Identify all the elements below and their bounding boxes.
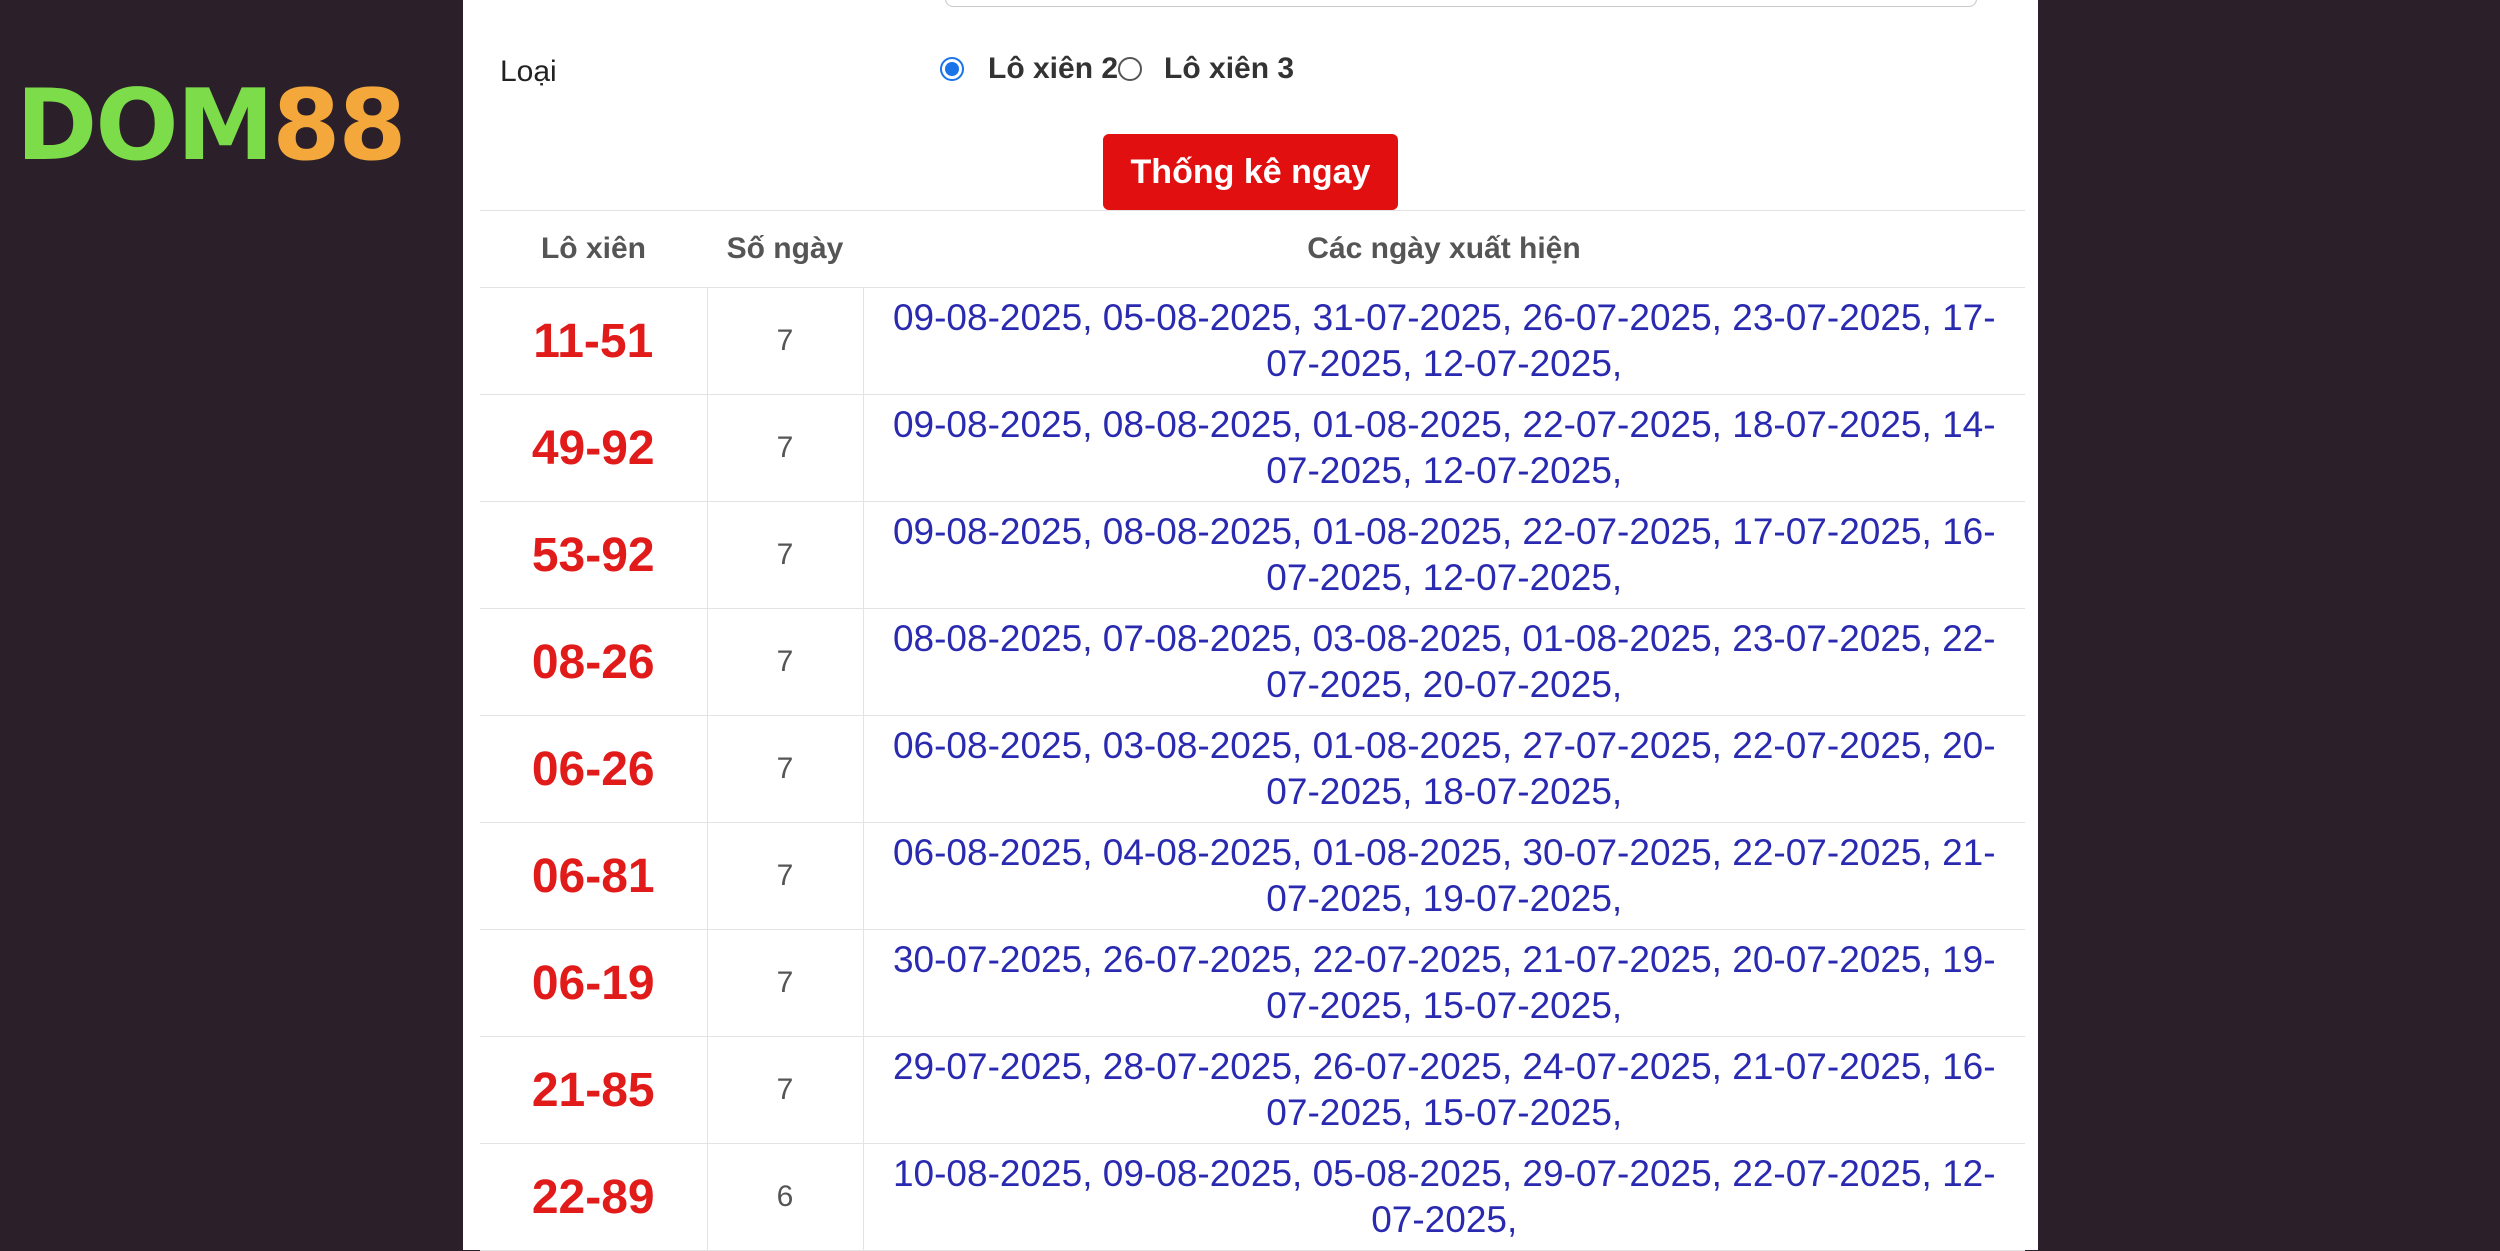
pair-cell: 53-92 xyxy=(480,501,708,609)
panel-content: Loại Lô xiên 2 Lô xiên 3 Thống kê ngay L… xyxy=(480,0,2025,1251)
radio-selected-dot xyxy=(945,62,959,76)
pair-cell: 21-85 xyxy=(480,1036,708,1144)
dates-cell: 09-08-2025, 08-08-2025, 01-08-2025, 22-0… xyxy=(862,394,2025,502)
radio-lo-xien-2[interactable] xyxy=(940,57,964,81)
table-row: 53-92 7 09-08-2025, 08-08-2025, 01-08-20… xyxy=(480,501,2025,609)
type-radio-group: Lô xiên 2 Lô xiên 3 xyxy=(940,52,1294,86)
table-header-row: Lô xiên Số ngày Các ngày xuất hiện xyxy=(480,210,2025,288)
radio-lo-xien-3[interactable] xyxy=(1118,57,1143,81)
pair-cell: 08-26 xyxy=(480,608,708,716)
days-count-cell: 7 xyxy=(706,1036,864,1144)
dates-cell: 09-08-2025, 08-08-2025, 01-08-2025, 22-0… xyxy=(862,501,2025,609)
days-count-cell: 7 xyxy=(706,929,864,1037)
results-table: Lô xiên Số ngày Các ngày xuất hiện 11-51… xyxy=(480,210,2025,1251)
table-row: 06-26 7 06-08-2025, 03-08-2025, 01-08-20… xyxy=(480,715,2025,823)
province-select[interactable] xyxy=(945,0,1977,7)
dates-cell: 08-08-2025, 07-08-2025, 03-08-2025, 01-0… xyxy=(862,608,2025,716)
dates-cell: 06-08-2025, 03-08-2025, 01-08-2025, 27-0… xyxy=(862,715,2025,823)
pair-cell: 49-92 xyxy=(480,394,708,502)
table-row: 22-89 6 10-08-2025, 09-08-2025, 05-08-20… xyxy=(480,1143,2025,1251)
dates-cell: 29-07-2025, 28-07-2025, 26-07-2025, 24-0… xyxy=(862,1036,2025,1144)
header-lo-xien: Lô xiên xyxy=(480,210,707,288)
header-so-ngay: Số ngày xyxy=(707,210,863,288)
table-row: 21-85 7 29-07-2025, 28-07-2025, 26-07-20… xyxy=(480,1036,2025,1144)
header-cac-ngay: Các ngày xuất hiện xyxy=(863,210,2025,288)
dates-cell: 10-08-2025, 09-08-2025, 05-08-2025, 29-0… xyxy=(862,1143,2025,1251)
type-label: Loại xyxy=(500,55,557,88)
days-count-cell: 7 xyxy=(706,715,864,823)
days-count-cell: 7 xyxy=(706,822,864,930)
dates-cell: 30-07-2025, 26-07-2025, 22-07-2025, 21-0… xyxy=(862,929,2025,1037)
radio-label-lo-xien-3[interactable]: Lô xiên 3 xyxy=(1164,52,1294,86)
table-row: 11-51 7 09-08-2025, 05-08-2025, 31-07-20… xyxy=(480,287,2025,395)
pair-cell: 06-26 xyxy=(480,715,708,823)
table-row: 08-26 7 08-08-2025, 07-08-2025, 03-08-20… xyxy=(480,608,2025,716)
pair-cell: 22-89 xyxy=(480,1143,708,1251)
logo-text-88: 88 xyxy=(272,69,406,183)
days-count-cell: 7 xyxy=(706,394,864,502)
days-count-cell: 7 xyxy=(706,608,864,716)
table-row: 06-19 7 30-07-2025, 26-07-2025, 22-07-20… xyxy=(480,929,2025,1037)
statistics-panel: Loại Lô xiên 2 Lô xiên 3 Thống kê ngay L… xyxy=(463,0,2038,1251)
dom88-logo: DOM 88 xyxy=(16,69,407,183)
days-count-cell: 7 xyxy=(706,501,864,609)
logo-text-dom: DOM xyxy=(16,69,274,183)
table-row: 06-81 7 06-08-2025, 04-08-2025, 01-08-20… xyxy=(480,822,2025,930)
radio-label-lo-xien-2[interactable]: Lô xiên 2 xyxy=(988,52,1118,86)
table-row: 49-92 7 09-08-2025, 08-08-2025, 01-08-20… xyxy=(480,394,2025,502)
days-count-cell: 6 xyxy=(706,1143,864,1251)
dates-cell: 06-08-2025, 04-08-2025, 01-08-2025, 30-0… xyxy=(862,822,2025,930)
pair-cell: 06-19 xyxy=(480,929,708,1037)
pair-cell: 11-51 xyxy=(480,287,708,395)
dates-cell: 09-08-2025, 05-08-2025, 31-07-2025, 26-0… xyxy=(862,287,2025,395)
days-count-cell: 7 xyxy=(706,287,864,395)
pair-cell: 06-81 xyxy=(480,822,708,930)
submit-stats-button[interactable]: Thống kê ngay xyxy=(1103,134,1398,210)
